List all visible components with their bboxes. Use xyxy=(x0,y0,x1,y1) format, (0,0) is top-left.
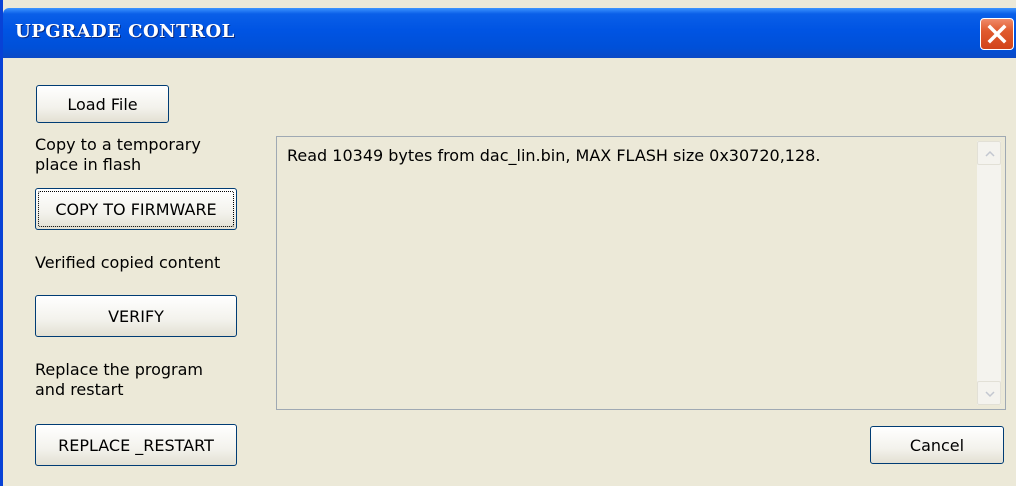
verify-button[interactable]: VERIFY xyxy=(35,295,237,337)
replace-description-line2: and restart xyxy=(35,380,124,399)
load-file-button[interactable]: Load File xyxy=(36,85,169,123)
window-title: UPGRADE CONTROL xyxy=(15,21,235,42)
log-text: Read 10349 bytes from dac_lin.bin, MAX F… xyxy=(287,146,821,165)
scroll-down-button[interactable] xyxy=(977,381,1001,405)
close-button[interactable] xyxy=(980,18,1014,50)
close-icon xyxy=(987,24,1007,44)
copy-description-line1: Copy to a temporary xyxy=(35,135,201,154)
copy-description: Copy to a temporary place in flash xyxy=(35,135,201,175)
chevron-up-icon xyxy=(985,150,995,157)
chevron-down-icon xyxy=(985,391,995,398)
vertical-scrollbar[interactable] xyxy=(977,141,1001,405)
title-bar[interactable]: UPGRADE CONTROL xyxy=(3,8,1016,58)
upgrade-control-window: UPGRADE CONTROL Load File Copy to a temp… xyxy=(0,0,1016,486)
copy-to-firmware-button[interactable]: COPY TO FIRMWARE xyxy=(35,188,237,230)
verify-description: Verified copied content xyxy=(35,253,221,272)
replace-description: Replace the program and restart xyxy=(35,360,203,400)
cancel-button[interactable]: Cancel xyxy=(870,426,1004,464)
replace-restart-button[interactable]: REPLACE _RESTART xyxy=(35,424,237,466)
log-output-area[interactable]: Read 10349 bytes from dac_lin.bin, MAX F… xyxy=(276,136,1006,410)
copy-description-line2: place in flash xyxy=(35,155,142,174)
replace-description-line1: Replace the program xyxy=(35,360,204,379)
focus-rectangle xyxy=(38,191,234,227)
scroll-up-button[interactable] xyxy=(977,141,1001,165)
